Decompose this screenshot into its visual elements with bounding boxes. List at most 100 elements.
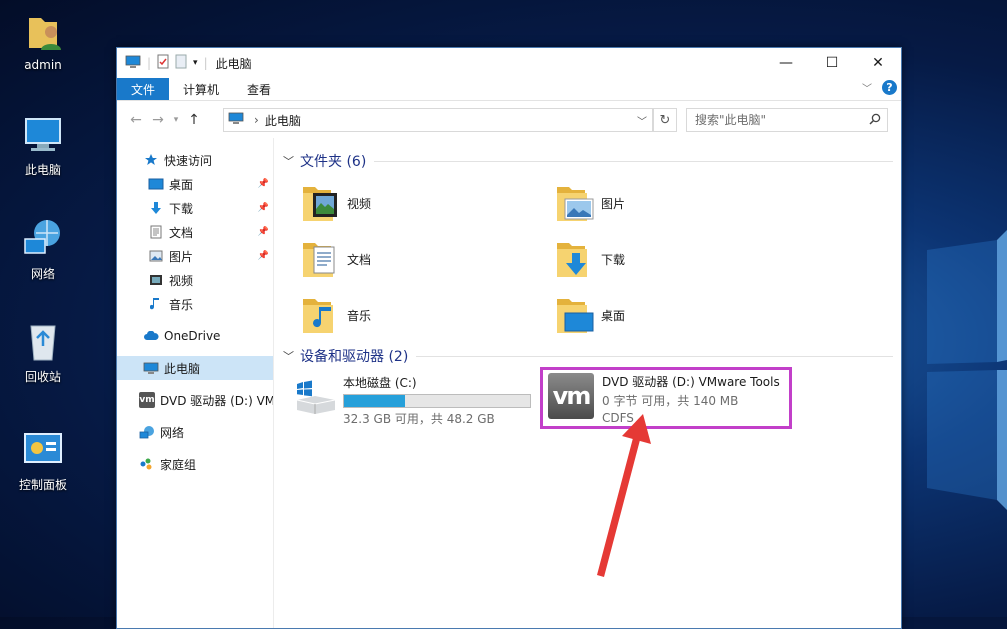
video-icon xyxy=(148,272,164,288)
disk-usage-bar xyxy=(343,394,531,408)
music-icon xyxy=(148,296,164,312)
refresh-button[interactable]: ↻ xyxy=(653,108,677,132)
nav-item-documents[interactable]: 文档 📌 xyxy=(117,220,273,244)
recent-dropdown-icon[interactable]: ▾ xyxy=(169,115,183,125)
nav-item-onedrive[interactable]: OneDrive xyxy=(117,324,273,348)
nav-item-desktop[interactable]: 桌面 📌 xyxy=(117,172,273,196)
music-folder-icon xyxy=(301,293,341,337)
properties-icon[interactable] xyxy=(157,54,169,72)
nav-item-label: 下载 xyxy=(169,201,194,216)
address-bar[interactable]: › 此电脑 ﹀ xyxy=(223,108,653,132)
customize-toolbar-icon[interactable]: ▾ xyxy=(193,58,198,68)
tab-view[interactable]: 查看 xyxy=(233,78,285,100)
nav-item-label: 网络 xyxy=(160,425,185,440)
nav-item-downloads[interactable]: 下载 📌 xyxy=(117,196,273,220)
windows-logo-rays xyxy=(927,230,1007,510)
network-icon xyxy=(21,217,65,261)
folder-desktop[interactable]: 桌面 xyxy=(531,290,781,340)
nav-item-homegroup[interactable]: 家庭组 xyxy=(117,452,273,476)
breadcrumb-this-pc[interactable]: 此电脑 xyxy=(265,112,301,129)
window-title: 此电脑 xyxy=(215,56,252,71)
drive-dvd-d[interactable]: vm DVD 驱动器 (D:) VMware Tools 0 字节 可用，共 1… xyxy=(548,373,792,429)
close-button[interactable]: ✕ xyxy=(855,48,901,78)
title-bar[interactable]: | ▾ | 此电脑 — ☐ ✕ xyxy=(117,48,901,78)
maximize-button[interactable]: ☐ xyxy=(809,48,855,78)
nav-item-videos[interactable]: 视频 xyxy=(117,268,273,292)
cloud-icon xyxy=(143,328,159,344)
user-folder-icon xyxy=(21,10,65,54)
nav-item-label: 此电脑 xyxy=(164,361,201,376)
folders-group-header[interactable]: ﹀ 文件夹 (6) xyxy=(277,150,901,172)
forward-arrow-icon[interactable]: → xyxy=(147,112,169,128)
nav-item-music[interactable]: 音乐 xyxy=(117,292,273,316)
content-pane: ﹀ 文件夹 (6) 视频 图片 文档 下载 音乐 桌面 ﹀ 设备和驱动器 (2)… xyxy=(277,138,901,628)
group-title: 设备和驱动器 (2) xyxy=(300,349,409,365)
new-folder-icon[interactable] xyxy=(175,54,187,72)
desktop-icon-recycle-bin[interactable]: 回收站 xyxy=(3,320,83,385)
search-icon xyxy=(869,113,881,128)
download-icon xyxy=(148,200,164,216)
desktop-icon-admin[interactable]: admin xyxy=(3,10,83,72)
star-icon xyxy=(143,152,159,168)
picture-icon xyxy=(148,248,164,264)
recycle-bin-icon xyxy=(21,320,65,364)
pin-icon: 📌 xyxy=(257,251,269,261)
address-computer-icon xyxy=(228,112,244,128)
folder-music[interactable]: 音乐 xyxy=(277,290,527,340)
disk-usage-fill xyxy=(344,395,406,407)
nav-item-label: OneDrive xyxy=(164,329,221,343)
nav-item-label: 图片 xyxy=(169,249,194,264)
devices-group-header[interactable]: ﹀ 设备和驱动器 (2) xyxy=(277,345,901,367)
minimize-button[interactable]: — xyxy=(763,48,809,78)
desktop-icon-label: 网络 xyxy=(30,267,55,281)
tab-file[interactable]: 文件 xyxy=(117,78,170,100)
desktop-icon-control-panel[interactable]: 控制面板 xyxy=(3,428,83,493)
desktop-icon-label: 控制面板 xyxy=(18,478,67,492)
address-dropdown-icon[interactable]: ﹀ xyxy=(637,113,647,128)
search-box[interactable] xyxy=(686,108,888,132)
folder-label: 文档 xyxy=(347,252,372,267)
folder-label: 下载 xyxy=(601,252,626,267)
breadcrumb-separator-icon[interactable]: › xyxy=(254,113,259,127)
group-divider xyxy=(416,355,893,357)
nav-item-this-pc[interactable]: 此电脑 xyxy=(117,356,273,380)
desktop-icon-label: 此电脑 xyxy=(24,163,61,177)
drive-usage-text: 32.3 GB 可用，共 48.2 GB xyxy=(343,412,495,426)
vmware-logo-icon: vm xyxy=(548,373,594,419)
documents-folder-icon xyxy=(301,237,341,281)
search-input[interactable] xyxy=(687,112,869,128)
quick-access-toolbar: | ▾ | xyxy=(117,54,208,72)
desktop-icon-label: 回收站 xyxy=(24,370,61,384)
nav-item-label: 快速访问 xyxy=(164,153,213,168)
nav-item-label: DVD 驱动器 (D:) VMware Tools xyxy=(160,393,273,408)
drive-filesystem: CDFS xyxy=(602,411,634,425)
desktop-icon-network[interactable]: 网络 xyxy=(3,217,83,282)
desktop-icon-this-pc[interactable]: 此电脑 xyxy=(3,113,83,178)
nav-item-label: 家庭组 xyxy=(160,457,197,472)
pictures-folder-icon xyxy=(555,181,595,225)
pin-icon: 📌 xyxy=(257,179,269,189)
nav-item-network[interactable]: 网络 xyxy=(117,420,273,444)
up-arrow-icon[interactable]: ↑ xyxy=(183,112,205,128)
nav-item-pictures[interactable]: 图片 📌 xyxy=(117,244,273,268)
ribbon-tabs: 文件 计算机 查看 ﹀ ? xyxy=(117,78,901,100)
folder-downloads[interactable]: 下载 xyxy=(531,234,781,284)
local-disk-icon xyxy=(293,374,341,422)
nav-item-label: 文档 xyxy=(169,225,194,240)
folder-videos[interactable]: 视频 xyxy=(277,178,527,228)
folder-documents[interactable]: 文档 xyxy=(277,234,527,284)
expand-ribbon-icon[interactable]: ﹀ xyxy=(862,80,872,95)
tab-computer[interactable]: 计算机 xyxy=(169,78,233,100)
nav-item-dvd-drive[interactable]: vm DVD 驱动器 (D:) VMware Tools xyxy=(117,388,273,412)
folder-label: 视频 xyxy=(347,196,372,211)
navigation-bar: ← → ▾ ↑ › 此电脑 ﹀ ↻ xyxy=(117,100,901,139)
help-icon[interactable]: ? xyxy=(882,80,897,95)
nav-quick-access[interactable]: 快速访问 xyxy=(117,148,273,172)
folder-label: 桌面 xyxy=(601,308,626,323)
back-arrow-icon[interactable]: ← xyxy=(125,112,147,128)
desktop-icon xyxy=(148,176,164,192)
drive-local-disk-c[interactable]: 本地磁盘 (C:) 32.3 GB 可用，共 48.2 GB xyxy=(293,374,543,430)
video-folder-icon xyxy=(301,181,341,225)
computer-icon xyxy=(143,360,159,376)
folder-pictures[interactable]: 图片 xyxy=(531,178,781,228)
